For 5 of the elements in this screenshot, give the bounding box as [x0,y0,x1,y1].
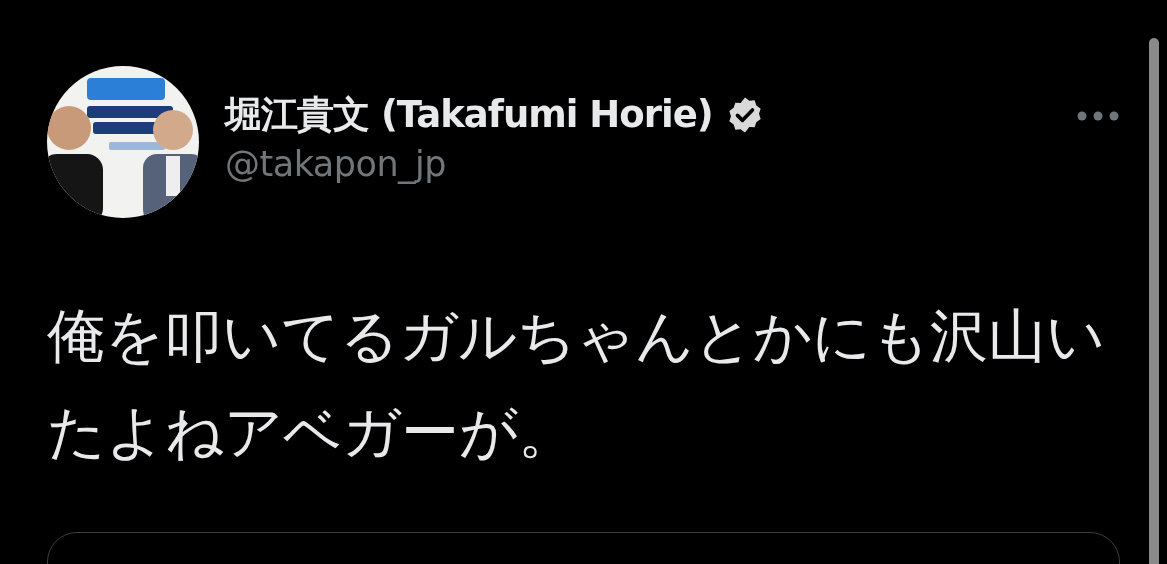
display-name: 堀江貴文 (Takafumi Horie) [225,92,713,138]
username: @takapon_jp [225,144,448,184]
scrollbar[interactable] [1149,38,1159,564]
tweet-text: 俺を叩いてるガルちゃんとかにも沢山いたよねアベガーが。 [47,301,1106,468]
more-icon[interactable] [1076,110,1120,122]
